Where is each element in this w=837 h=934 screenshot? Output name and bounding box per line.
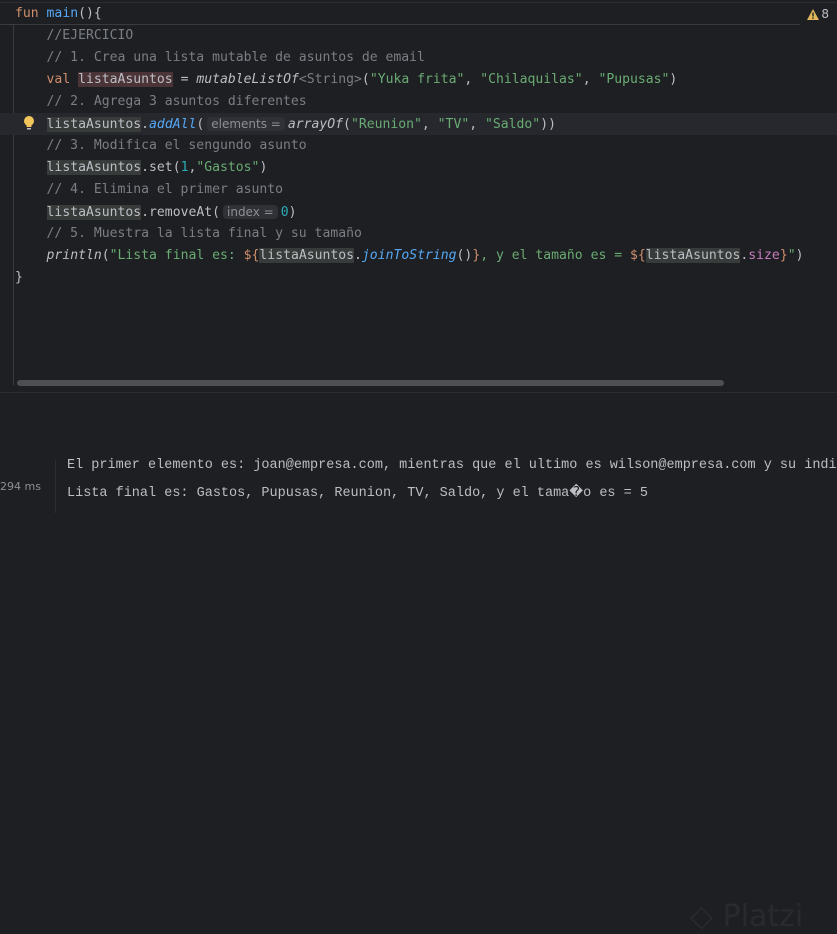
code-token: .removeAt( bbox=[141, 205, 220, 220]
code-token: "Yuka frita" bbox=[369, 72, 465, 87]
code-token: // 2. Agrega 3 asuntos diferentes bbox=[15, 94, 307, 109]
code-token: listaAsuntos bbox=[645, 248, 741, 263]
horizontal-scrollbar[interactable] bbox=[17, 380, 724, 386]
code-token: ) bbox=[795, 248, 804, 263]
code-line[interactable]: println("Lista final es: ${listaAsuntos.… bbox=[15, 245, 837, 267]
code-line[interactable]: listaAsuntos.addAll(elements = arrayOf("R… bbox=[0, 113, 837, 135]
code-token: = bbox=[172, 72, 197, 87]
code-token: arrayOf bbox=[287, 117, 344, 132]
code-lines[interactable]: fun main(){ //EJERCICIO // 1. Crea una l… bbox=[0, 3, 837, 289]
code-token: ( bbox=[361, 72, 370, 87]
code-token: println bbox=[46, 248, 102, 263]
code-line[interactable]: // 1. Crea una lista mutable de asuntos … bbox=[15, 47, 837, 69]
code-token: . bbox=[354, 248, 362, 263]
code-token: "TV" bbox=[437, 117, 470, 132]
platzi-watermark: ◇ Platzi bbox=[690, 899, 804, 934]
code-token: "Gastos" bbox=[196, 160, 260, 175]
code-token: " bbox=[787, 248, 796, 263]
warnings-count: 8 bbox=[821, 7, 829, 21]
lightbulb-icon[interactable] bbox=[22, 115, 36, 131]
code-token: , bbox=[421, 117, 438, 132]
code-token: "Lista final es: bbox=[109, 248, 244, 263]
code-line[interactable]: fun main(){ bbox=[15, 3, 837, 25]
code-line[interactable]: // 3. Modifica el sengundo asunto bbox=[15, 135, 837, 157]
code-token: ${ bbox=[629, 248, 646, 263]
code-line[interactable]: val listaAsuntos = mutableListOf<String>… bbox=[15, 69, 837, 91]
code-token: } bbox=[779, 248, 788, 263]
code-token: val bbox=[46, 72, 79, 87]
code-token: "Saldo" bbox=[485, 117, 541, 132]
code-line[interactable]: listaAsuntos.removeAt(index = 0) bbox=[15, 201, 837, 223]
code-token: ) bbox=[259, 160, 268, 175]
code-token: ( bbox=[101, 248, 110, 263]
code-token: mutableListOf bbox=[196, 72, 299, 87]
code-token: listaAsuntos bbox=[259, 248, 355, 263]
code-line[interactable]: // 5. Muestra la lista final y su tamaño bbox=[15, 223, 837, 245]
tool-panel-header bbox=[0, 392, 837, 438]
parameter-hint: index = bbox=[223, 205, 278, 219]
code-token: )) bbox=[540, 117, 556, 132]
code-token: , bbox=[582, 72, 599, 87]
code-token: <String> bbox=[298, 72, 362, 87]
run-output: ◇ Platzi bbox=[0, 437, 837, 934]
code-token: ( bbox=[343, 117, 351, 132]
code-line[interactable]: listaAsuntos.set(1,"Gastos") bbox=[15, 157, 837, 179]
code-token: addAll bbox=[149, 117, 197, 132]
code-token: listaAsuntos bbox=[46, 117, 142, 132]
code-token: () bbox=[456, 248, 473, 263]
code-token: , y el tamaño es = bbox=[480, 248, 630, 263]
code-token: .set( bbox=[141, 160, 181, 175]
code-line[interactable]: //EJERCICIO bbox=[15, 25, 837, 47]
code-line[interactable]: // 2. Agrega 3 asuntos diferentes bbox=[15, 91, 837, 113]
code-token: "Reunion" bbox=[350, 117, 422, 132]
code-token: "Pupusas" bbox=[598, 72, 670, 87]
code-token: ) bbox=[669, 72, 678, 87]
code-token: } bbox=[15, 270, 23, 285]
code-token: //EJERCICIO bbox=[15, 28, 134, 43]
code-token: , bbox=[469, 117, 485, 132]
code-token: // 1. Crea una lista mutable de asuntos … bbox=[15, 50, 425, 65]
code-token: // 3. Modifica el sengundo asunto bbox=[15, 138, 307, 153]
code-token: main bbox=[46, 6, 79, 21]
code-token: (){ bbox=[78, 6, 102, 21]
warning-icon bbox=[807, 8, 820, 20]
code-token: listaAsuntos bbox=[46, 205, 142, 220]
output-line: Lista final es: Gastos, Pupusas, Reunion… bbox=[67, 486, 648, 501]
code-token: // 5. Muestra la lista final y su tamaño bbox=[15, 226, 362, 241]
code-token: . bbox=[141, 117, 150, 132]
code-token: listaAsuntos bbox=[46, 160, 142, 175]
code-token: // 4. Elimina el primer asunto bbox=[15, 182, 284, 197]
divider bbox=[55, 460, 56, 513]
code-token: "Chilaquilas" bbox=[480, 72, 583, 87]
warnings-indicator[interactable]: 8 bbox=[807, 7, 829, 21]
code-token: , bbox=[464, 72, 481, 87]
code-token: 0 bbox=[280, 205, 289, 220]
output-line: El primer elemento es: joan@empresa.com,… bbox=[67, 458, 837, 473]
indent-guide bbox=[13, 25, 14, 385]
code-token: size bbox=[748, 248, 780, 263]
code-token: listaAsuntos bbox=[78, 72, 173, 87]
execution-time: 294 ms bbox=[0, 480, 41, 493]
code-token: joinToString bbox=[361, 248, 457, 263]
parameter-hint: elements = bbox=[207, 117, 285, 131]
code-token: fun bbox=[15, 6, 47, 21]
code-line[interactable]: } bbox=[15, 267, 837, 289]
code-editor[interactable]: fun main(){ //EJERCICIO // 1. Crea una l… bbox=[0, 0, 837, 392]
code-token: ( bbox=[196, 117, 205, 132]
code-token: ${ bbox=[243, 248, 260, 263]
code-token: ) bbox=[288, 205, 297, 220]
code-line[interactable]: // 4. Elimina el primer asunto bbox=[15, 179, 837, 201]
